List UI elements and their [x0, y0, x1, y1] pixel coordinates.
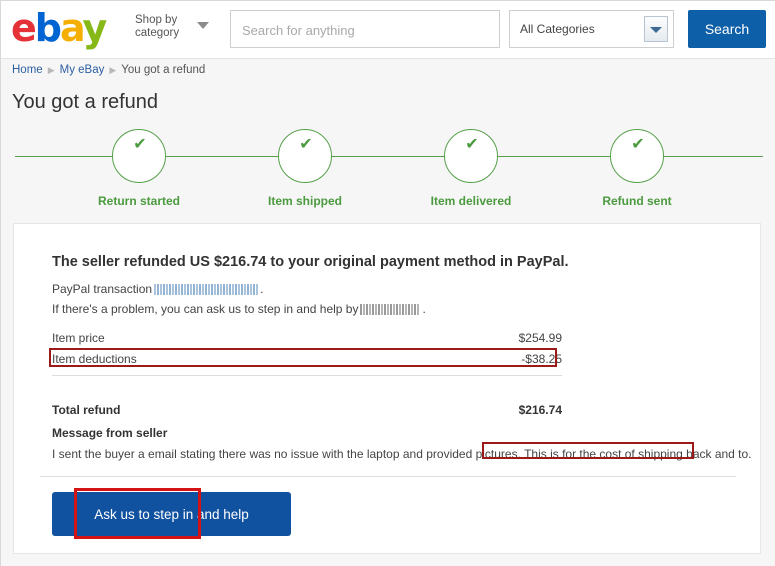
ebay-logo[interactable]: ebay [11, 6, 107, 50]
step-label: Item shipped [267, 194, 342, 208]
problem-help-label: If there's a problem, you can ask us to … [52, 302, 359, 316]
logo-letter-b: b [34, 6, 62, 50]
breadcrumb-home[interactable]: Home [12, 64, 43, 76]
shop-by-category-link[interactable]: Shop by category [135, 14, 193, 40]
stepper-step-return-started: ✔ Return started [59, 121, 219, 208]
stepper-step-item-delivered: ✔ Item delivered [391, 121, 551, 208]
problem-help-suffix: . [422, 302, 426, 316]
step-circle: ✔ [610, 129, 664, 183]
category-select-label: All Categories [520, 22, 595, 36]
message-part-two: This is for the cost of shipping back an… [524, 447, 752, 461]
stepper-step-refund-sent: ✔ Refund sent [557, 121, 717, 208]
search-box[interactable] [230, 10, 500, 49]
site-header: ebay Shop by category All Categories Sea… [1, 1, 775, 59]
price-label: Item price [52, 331, 105, 345]
breadcrumb-separator-icon: ▶ [47, 65, 55, 75]
price-value: -$38.25 [521, 352, 562, 366]
search-input[interactable] [240, 11, 496, 49]
chevron-down-icon[interactable] [644, 16, 668, 42]
divider [52, 375, 562, 376]
breadcrumb-separator-icon: ▶ [109, 65, 117, 75]
breadcrumb-current: You got a refund [121, 64, 206, 76]
step-circle: ✔ [112, 129, 166, 183]
price-label: Item deductions [52, 352, 137, 366]
logo-letter-a: a [59, 6, 85, 50]
message-from-seller-body: I sent the buyer a email stating there w… [52, 447, 752, 461]
price-breakdown: Item price $254.99 Item deductions -$38.… [52, 329, 562, 371]
breadcrumb-my-ebay[interactable]: My eBay [60, 64, 105, 76]
redacted-date [360, 304, 421, 315]
divider [40, 476, 736, 477]
stepper-step-item-shipped: ✔ Item shipped [225, 121, 385, 208]
message-from-seller-title: Message from seller [52, 426, 168, 440]
price-row-item-deductions: Item deductions -$38.25 [52, 350, 562, 371]
paypal-transaction-suffix: . [260, 282, 264, 296]
step-label: Refund sent [602, 194, 672, 208]
check-icon: ✔ [631, 136, 645, 153]
breadcrumb: Home ▶ My eBay ▶ You got a refund [12, 64, 205, 76]
ebay-refund-page: ebay Shop by category All Categories Sea… [0, 0, 775, 566]
chevron-down-icon[interactable] [197, 22, 209, 29]
problem-help-line: If there's a problem, you can ask us to … [52, 302, 426, 316]
total-refund-value: $216.74 [518, 403, 562, 417]
refund-heading: The seller refunded US $216.74 to your o… [52, 254, 569, 270]
category-select[interactable]: All Categories [509, 10, 674, 48]
total-refund-label: Total refund [52, 403, 121, 417]
logo-letter-y: y [82, 6, 107, 50]
logo-letter-e: e [11, 6, 37, 50]
price-row-item-price: Item price $254.99 [52, 329, 562, 350]
step-circle: ✔ [278, 129, 332, 183]
page-title: You got a refund [12, 91, 159, 113]
paypal-transaction-line: PayPal transaction. [52, 282, 263, 296]
step-label: Item delivered [430, 194, 512, 208]
refund-details-card: The seller refunded US $216.74 to your o… [13, 223, 761, 554]
paypal-transaction-label: PayPal transaction [52, 282, 153, 296]
check-icon: ✔ [465, 136, 479, 153]
search-button[interactable]: Search [688, 10, 766, 48]
step-label: Return started [97, 194, 180, 208]
message-part-one: I sent the buyer a email stating there w… [52, 447, 521, 461]
progress-stepper: ✔ Return started ✔ Item shipped ✔ Item d… [1, 121, 775, 216]
ask-us-to-step-in-button[interactable]: Ask us to step in and help [52, 492, 291, 536]
check-icon: ✔ [133, 136, 147, 153]
redacted-transaction-id [154, 284, 259, 295]
price-value: $254.99 [518, 331, 562, 345]
step-circle: ✔ [444, 129, 498, 183]
total-refund-row: Total refund $216.74 [52, 403, 562, 421]
check-icon: ✔ [299, 136, 313, 153]
